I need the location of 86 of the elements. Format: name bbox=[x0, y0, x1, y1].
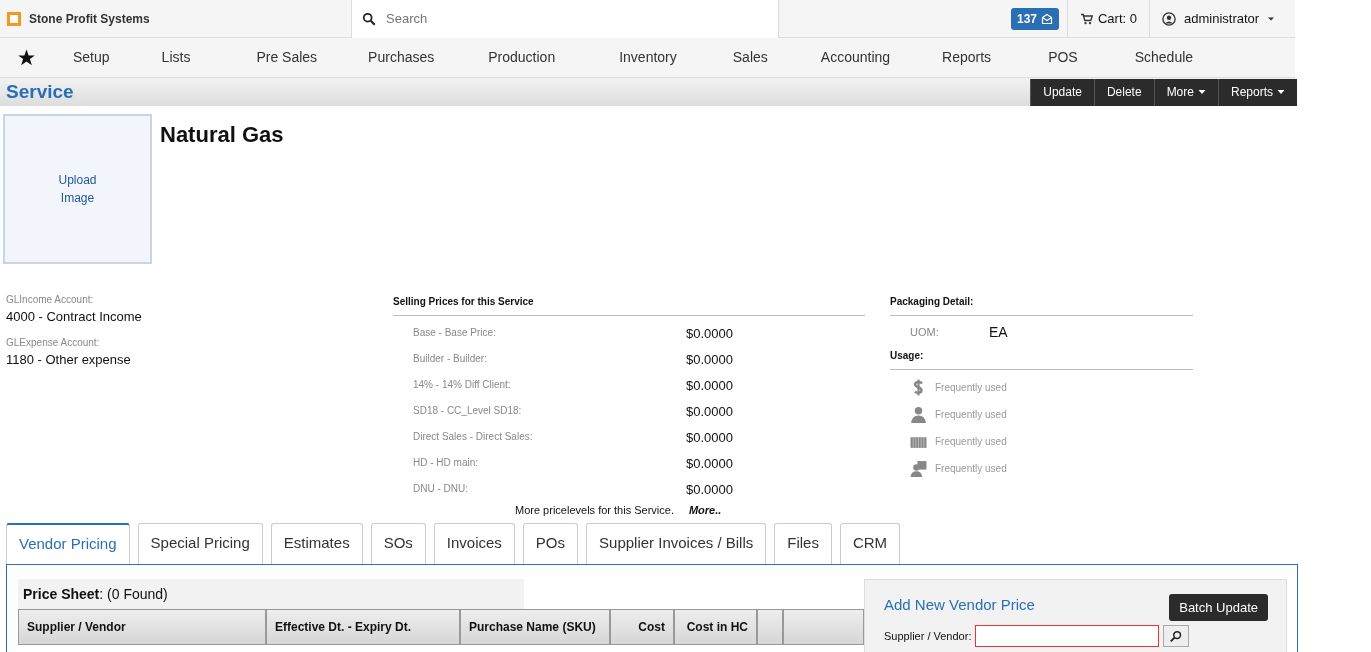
user-name: administrator bbox=[1184, 9, 1260, 28]
price-value: $0.0000 bbox=[686, 378, 733, 392]
nav-menu-item[interactable]: Lists bbox=[161, 47, 191, 68]
caret-icon bbox=[1277, 88, 1285, 96]
price-level-label: HD - HD main: bbox=[412, 458, 479, 468]
price-value: $0.0000 bbox=[686, 404, 733, 418]
search-icon bbox=[362, 11, 376, 26]
user-menu[interactable]: administrator bbox=[1149, 0, 1295, 38]
user-avatar-icon bbox=[1162, 11, 1176, 26]
column-header: Supplier / Vendor bbox=[18, 608, 266, 645]
section-heading: Selling Prices for this Service bbox=[393, 294, 865, 316]
section-heading: Usage: bbox=[890, 348, 1193, 370]
tab[interactable]: Vendor Pricing bbox=[6, 522, 130, 564]
cart-link[interactable]: Cart: 0 bbox=[1067, 0, 1149, 38]
nav-menu-item[interactable]: Sales bbox=[732, 47, 768, 68]
nav-menu-item[interactable]: Accounting bbox=[820, 47, 891, 68]
usage-text: Frequently used bbox=[935, 381, 1007, 395]
price-sheet-heading: Price Sheet: (0 Found) bbox=[18, 578, 524, 609]
page-title: Service bbox=[6, 79, 74, 104]
more-price-levels-text: More pricelevels for this Service. bbox=[515, 503, 674, 518]
usage-text: Frequently used bbox=[935, 462, 1007, 476]
nav-menu-item[interactable]: Schedule bbox=[1134, 47, 1194, 68]
search-icon bbox=[1170, 629, 1183, 643]
cart-icon bbox=[1080, 12, 1094, 25]
upload-image-button[interactable]: Upload Image bbox=[3, 114, 152, 264]
nav-menu-item[interactable]: POS bbox=[1048, 47, 1078, 68]
tab[interactable]: POs bbox=[522, 522, 579, 564]
person-icon bbox=[910, 406, 927, 423]
tab[interactable]: Estimates bbox=[270, 522, 363, 564]
more-link[interactable]: More.. bbox=[688, 502, 722, 519]
tab[interactable]: Special Pricing bbox=[137, 522, 263, 564]
price-level-label: Direct Sales - Direct Sales: bbox=[412, 432, 534, 442]
lookup-button[interactable] bbox=[1163, 625, 1190, 647]
price-value: $0.0000 bbox=[686, 456, 733, 470]
section-heading: Packaging Detail: bbox=[890, 294, 1193, 316]
panel-title: Add New Vendor Price bbox=[884, 594, 1035, 615]
action-button[interactable]: Delete bbox=[1093, 78, 1154, 106]
people-icon bbox=[910, 460, 927, 477]
account-value: 1180 - Other expense bbox=[6, 350, 132, 369]
tab[interactable]: Invoices bbox=[433, 522, 515, 564]
tab[interactable]: SOs bbox=[370, 522, 426, 564]
nav-menu-item[interactable]: Purchases bbox=[368, 47, 435, 68]
envelope-icon bbox=[1041, 12, 1053, 25]
caret-icon bbox=[1197, 88, 1206, 96]
account-value: 4000 - Contract Income bbox=[6, 308, 143, 326]
nav-menu-item[interactable]: Pre Sales bbox=[256, 47, 318, 68]
price-level-label: SD18 - CC_Level SD18: bbox=[412, 406, 523, 416]
price-value: $0.0000 bbox=[686, 482, 733, 496]
item-name: Natural Gas bbox=[160, 121, 284, 149]
action-button[interactable]: Update bbox=[1030, 78, 1094, 106]
action-button[interactable]: Reports bbox=[1217, 78, 1297, 106]
search-field[interactable]: Search bbox=[351, 0, 779, 38]
nav-menu-item[interactable]: Setup bbox=[73, 47, 110, 68]
price-value: $0.0000 bbox=[686, 352, 733, 366]
price-level-label: Base - Base Price: bbox=[412, 328, 497, 338]
usage-text: Frequently used bbox=[935, 408, 1007, 422]
notification-count: 137 bbox=[1016, 10, 1037, 28]
uom-value: EA bbox=[989, 322, 1008, 342]
batch-update-button[interactable]: Batch Update bbox=[1169, 593, 1268, 621]
cart-label: Cart: 0 bbox=[1098, 9, 1137, 28]
uom-label: UOM: bbox=[909, 324, 940, 340]
field-label: Supplier / Vendor: bbox=[884, 628, 972, 644]
tab[interactable]: Supplier Invoices / Bills bbox=[586, 522, 767, 564]
price-level-label: Builder - Builder: bbox=[412, 354, 488, 364]
account-label: GLExpense Account: bbox=[6, 335, 101, 350]
supplier-input-field[interactable] bbox=[975, 625, 1160, 647]
nav-menu-item[interactable]: Production bbox=[488, 47, 556, 68]
notification-badge[interactable]: 137 bbox=[1010, 7, 1059, 30]
column-header: Purchase Name (SKU) bbox=[460, 608, 610, 645]
price-value: $0.0000 bbox=[686, 326, 733, 340]
tab[interactable]: Files bbox=[774, 522, 832, 564]
usage-text: Frequently used bbox=[935, 435, 1007, 449]
star-icon bbox=[18, 49, 35, 66]
logo-icon bbox=[7, 11, 21, 26]
nav-menu-item[interactable]: Reports bbox=[942, 47, 992, 68]
price-level-label: 14% - 14% Diff Client: bbox=[412, 380, 512, 390]
action-button[interactable]: More bbox=[1153, 78, 1218, 106]
tab[interactable]: CRM bbox=[839, 522, 901, 564]
brand-name: Stone Profit Systems bbox=[29, 10, 150, 28]
price-level-label: DNU - DNU: bbox=[412, 484, 469, 494]
column-header: Cost bbox=[610, 608, 674, 645]
price-value: $0.0000 bbox=[686, 430, 733, 444]
column-header: Cost in HC bbox=[674, 608, 757, 645]
account-label: GLIncome Account: bbox=[6, 293, 95, 307]
column-header: Effective Dt. - Expiry Dt. bbox=[266, 608, 460, 645]
nav-menu-item[interactable]: Inventory bbox=[619, 47, 677, 68]
